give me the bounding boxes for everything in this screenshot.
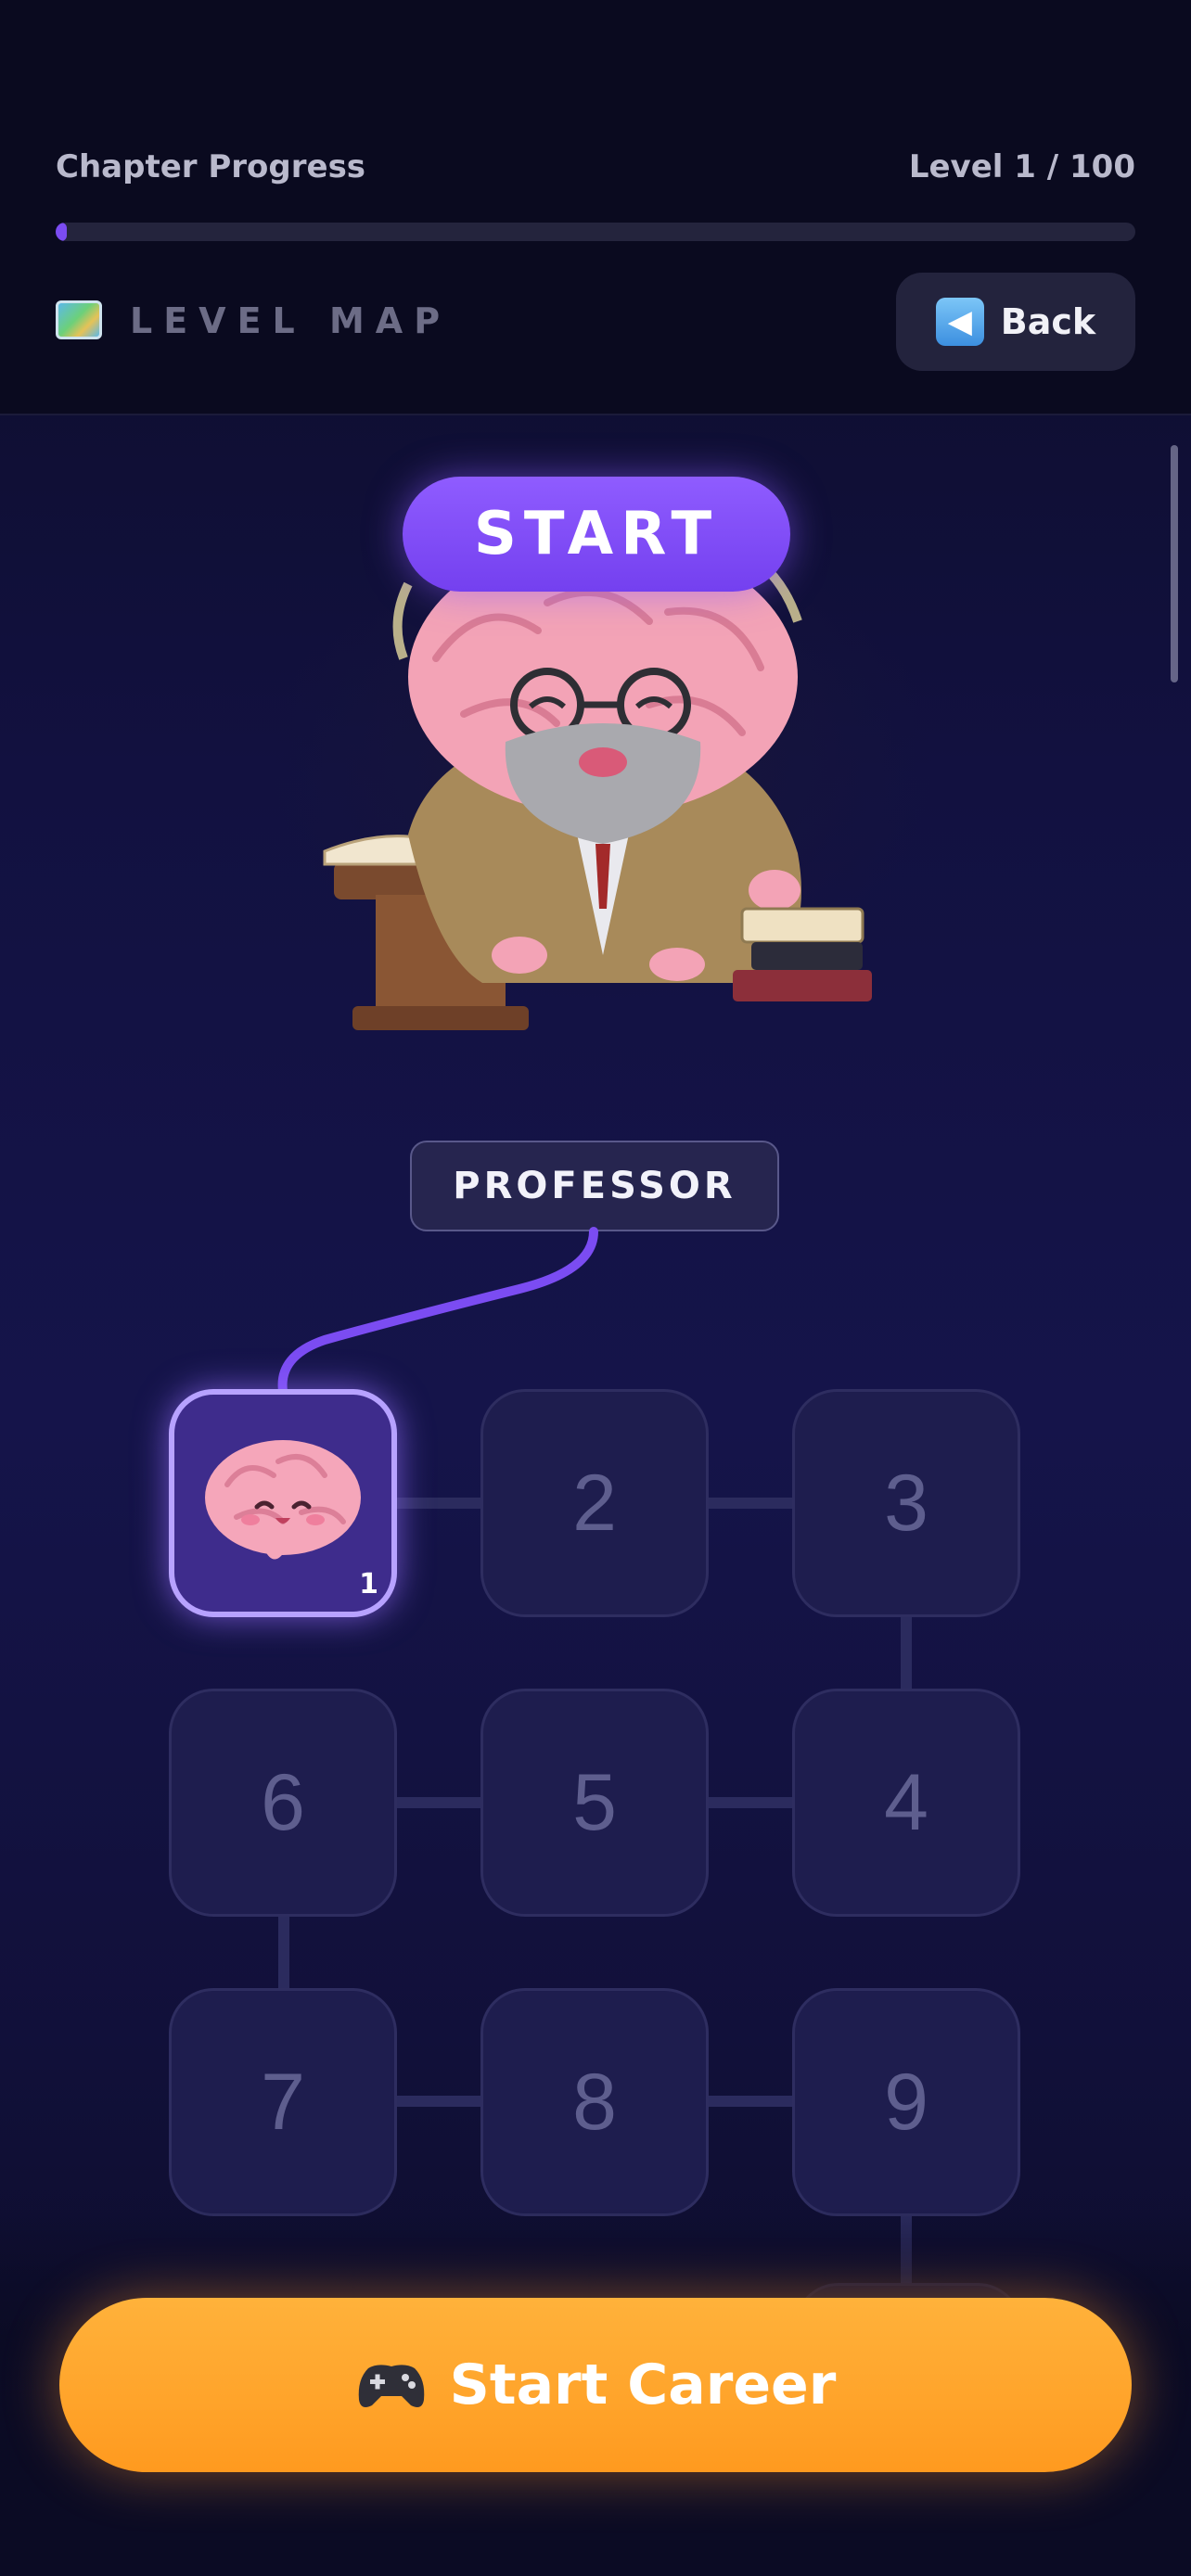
tile-connector xyxy=(278,1916,289,1990)
brain-icon xyxy=(205,1440,361,1560)
level-tile-6[interactable]: 6 xyxy=(169,1689,397,1917)
tile-connector xyxy=(395,2096,480,2107)
start-career-label: Start Career xyxy=(449,2353,837,2417)
level-number-badge: 1 xyxy=(359,1568,378,1600)
level-tile-2[interactable]: 2 xyxy=(480,1389,709,1617)
gamepad-icon xyxy=(358,2365,424,2407)
start-career-button[interactable]: Start Career xyxy=(59,2298,1132,2472)
tile-connector xyxy=(395,1797,480,1808)
level-tile-5[interactable]: 5 xyxy=(480,1689,709,1917)
tile-connector xyxy=(707,1498,792,1509)
path-line xyxy=(277,1227,598,1396)
level-tile-3[interactable]: 3 xyxy=(792,1389,1020,1617)
tile-connector xyxy=(395,1498,480,1509)
level-map-screen: Chapter Progress Level 1 / 100 LEVEL MAP… xyxy=(0,0,1191,2576)
tile-connector xyxy=(707,1797,792,1808)
tile-connector xyxy=(707,2096,792,2107)
level-tile-9[interactable]: 9 xyxy=(792,1988,1020,2216)
tile-connector xyxy=(901,1616,912,1690)
level-tile-1[interactable]: 1 xyxy=(169,1389,397,1617)
level-tile-8[interactable]: 8 xyxy=(480,1988,709,2216)
level-tile-7[interactable]: 7 xyxy=(169,1988,397,2216)
level-tile-4[interactable]: 4 xyxy=(792,1689,1020,1917)
